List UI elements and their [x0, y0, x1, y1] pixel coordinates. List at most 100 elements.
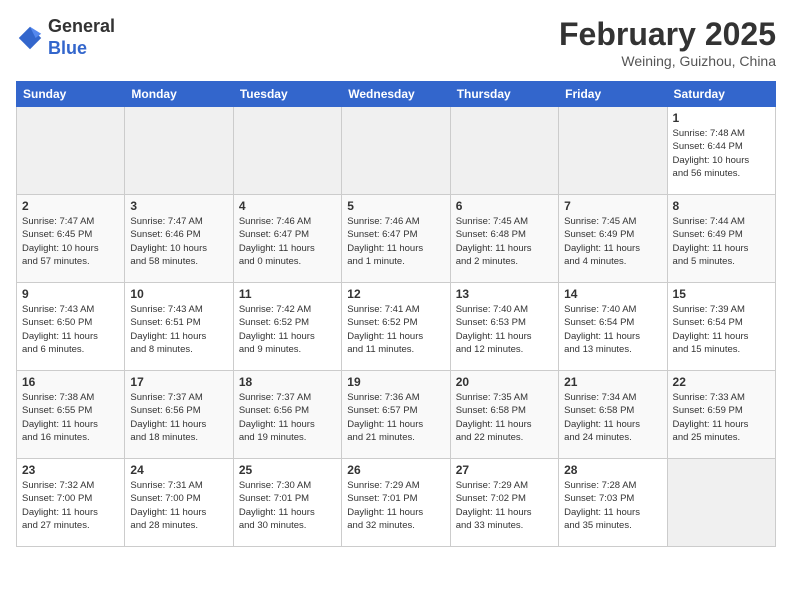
day-number: 2 [22, 199, 119, 213]
day-number: 4 [239, 199, 336, 213]
calendar-cell [233, 107, 341, 195]
calendar-cell: 3 Sunrise: 7:47 AM Sunset: 6:46 PM Daylig… [125, 195, 233, 283]
weekday-header-wednesday: Wednesday [342, 82, 450, 107]
day-info: Sunrise: 7:40 AM Sunset: 6:54 PM Dayligh… [564, 303, 661, 356]
calendar-cell: 5 Sunrise: 7:46 AM Sunset: 6:47 PM Daylig… [342, 195, 450, 283]
day-number: 14 [564, 287, 661, 301]
day-number: 3 [130, 199, 227, 213]
day-info: Sunrise: 7:48 AM Sunset: 6:44 PM Dayligh… [673, 127, 770, 180]
weekday-header-tuesday: Tuesday [233, 82, 341, 107]
calendar-week-row: 16 Sunrise: 7:38 AM Sunset: 6:55 PM Dayli… [17, 371, 776, 459]
calendar-table: SundayMondayTuesdayWednesdayThursdayFrid… [16, 81, 776, 547]
weekday-header-row: SundayMondayTuesdayWednesdayThursdayFrid… [17, 82, 776, 107]
calendar-cell: 25Sunrise: 7:30 AM Sunset: 7:01 PM Dayli… [233, 459, 341, 547]
calendar-cell: 9Sunrise: 7:43 AM Sunset: 6:50 PM Daylig… [17, 283, 125, 371]
calendar-cell: 28 Sunrise: 7:28 AM Sunset: 7:03 PM Dayli… [559, 459, 667, 547]
day-number: 12 [347, 287, 444, 301]
calendar-cell: 21 Sunrise: 7:34 AM Sunset: 6:58 PM Dayli… [559, 371, 667, 459]
day-info: Sunrise: 7:28 AM Sunset: 7:03 PM Dayligh… [564, 479, 661, 532]
title-block: February 2025 Weining, Guizhou, China [559, 16, 776, 69]
calendar-cell: 20 Sunrise: 7:35 AM Sunset: 6:58 PM Dayli… [450, 371, 558, 459]
day-info: Sunrise: 7:47 AM Sunset: 6:45 PM Dayligh… [22, 215, 119, 268]
day-info: Sunrise: 7:34 AM Sunset: 6:58 PM Dayligh… [564, 391, 661, 444]
day-number: 6 [456, 199, 553, 213]
calendar-cell [342, 107, 450, 195]
month-title: February 2025 [559, 16, 776, 53]
day-number: 17 [130, 375, 227, 389]
page-header: General Blue February 2025 Weining, Guiz… [16, 16, 776, 69]
weekday-header-sunday: Sunday [17, 82, 125, 107]
weekday-header-saturday: Saturday [667, 82, 775, 107]
day-info: Sunrise: 7:35 AM Sunset: 6:58 PM Dayligh… [456, 391, 553, 444]
day-number: 26 [347, 463, 444, 477]
location: Weining, Guizhou, China [559, 53, 776, 69]
day-info: Sunrise: 7:40 AM Sunset: 6:53 PM Dayligh… [456, 303, 553, 356]
calendar-cell [667, 459, 775, 547]
calendar-cell: 4 Sunrise: 7:46 AM Sunset: 6:47 PM Daylig… [233, 195, 341, 283]
day-number: 9 [22, 287, 119, 301]
day-info: Sunrise: 7:30 AM Sunset: 7:01 PM Dayligh… [239, 479, 336, 532]
day-info: Sunrise: 7:37 AM Sunset: 6:56 PM Dayligh… [239, 391, 336, 444]
calendar-cell: 1Sunrise: 7:48 AM Sunset: 6:44 PM Daylig… [667, 107, 775, 195]
day-number: 15 [673, 287, 770, 301]
calendar-cell: 23 Sunrise: 7:32 AM Sunset: 7:00 PM Dayli… [17, 459, 125, 547]
calendar-cell [450, 107, 558, 195]
calendar-cell: 11Sunrise: 7:42 AM Sunset: 6:52 PM Dayli… [233, 283, 341, 371]
calendar-cell: 7 Sunrise: 7:45 AM Sunset: 6:49 PM Daylig… [559, 195, 667, 283]
day-info: Sunrise: 7:29 AM Sunset: 7:02 PM Dayligh… [456, 479, 553, 532]
weekday-header-friday: Friday [559, 82, 667, 107]
day-info: Sunrise: 7:32 AM Sunset: 7:00 PM Dayligh… [22, 479, 119, 532]
day-info: Sunrise: 7:46 AM Sunset: 6:47 PM Dayligh… [347, 215, 444, 268]
logo-icon [16, 24, 44, 52]
day-number: 8 [673, 199, 770, 213]
day-number: 10 [130, 287, 227, 301]
calendar-cell [125, 107, 233, 195]
day-number: 21 [564, 375, 661, 389]
calendar-cell: 16 Sunrise: 7:38 AM Sunset: 6:55 PM Dayli… [17, 371, 125, 459]
day-number: 16 [22, 375, 119, 389]
day-info: Sunrise: 7:45 AM Sunset: 6:48 PM Dayligh… [456, 215, 553, 268]
calendar-cell: 14 Sunrise: 7:40 AM Sunset: 6:54 PM Dayli… [559, 283, 667, 371]
day-info: Sunrise: 7:39 AM Sunset: 6:54 PM Dayligh… [673, 303, 770, 356]
calendar-cell: 17 Sunrise: 7:37 AM Sunset: 6:56 PM Dayli… [125, 371, 233, 459]
logo-text: General Blue [48, 16, 115, 59]
calendar-cell: 13Sunrise: 7:40 AM Sunset: 6:53 PM Dayli… [450, 283, 558, 371]
calendar-cell: 27 Sunrise: 7:29 AM Sunset: 7:02 PM Dayli… [450, 459, 558, 547]
weekday-header-monday: Monday [125, 82, 233, 107]
day-number: 27 [456, 463, 553, 477]
day-number: 19 [347, 375, 444, 389]
day-number: 24 [130, 463, 227, 477]
day-info: Sunrise: 7:45 AM Sunset: 6:49 PM Dayligh… [564, 215, 661, 268]
calendar-cell: 15 Sunrise: 7:39 AM Sunset: 6:54 PM Dayli… [667, 283, 775, 371]
day-info: Sunrise: 7:37 AM Sunset: 6:56 PM Dayligh… [130, 391, 227, 444]
day-number: 5 [347, 199, 444, 213]
calendar-cell: 22 Sunrise: 7:33 AM Sunset: 6:59 PM Dayli… [667, 371, 775, 459]
calendar-cell: 18 Sunrise: 7:37 AM Sunset: 6:56 PM Dayli… [233, 371, 341, 459]
day-number: 28 [564, 463, 661, 477]
day-info: Sunrise: 7:38 AM Sunset: 6:55 PM Dayligh… [22, 391, 119, 444]
calendar-cell: 26 Sunrise: 7:29 AM Sunset: 7:01 PM Dayli… [342, 459, 450, 547]
day-info: Sunrise: 7:29 AM Sunset: 7:01 PM Dayligh… [347, 479, 444, 532]
day-number: 18 [239, 375, 336, 389]
calendar-cell: 12 Sunrise: 7:41 AM Sunset: 6:52 PM Dayli… [342, 283, 450, 371]
day-info: Sunrise: 7:31 AM Sunset: 7:00 PM Dayligh… [130, 479, 227, 532]
day-number: 7 [564, 199, 661, 213]
day-info: Sunrise: 7:46 AM Sunset: 6:47 PM Dayligh… [239, 215, 336, 268]
day-info: Sunrise: 7:43 AM Sunset: 6:51 PM Dayligh… [130, 303, 227, 356]
day-info: Sunrise: 7:47 AM Sunset: 6:46 PM Dayligh… [130, 215, 227, 268]
calendar-week-row: 2 Sunrise: 7:47 AM Sunset: 6:45 PM Daylig… [17, 195, 776, 283]
calendar-week-row: 23 Sunrise: 7:32 AM Sunset: 7:00 PM Dayli… [17, 459, 776, 547]
day-number: 20 [456, 375, 553, 389]
day-info: Sunrise: 7:33 AM Sunset: 6:59 PM Dayligh… [673, 391, 770, 444]
calendar-week-row: 1Sunrise: 7:48 AM Sunset: 6:44 PM Daylig… [17, 107, 776, 195]
day-info: Sunrise: 7:44 AM Sunset: 6:49 PM Dayligh… [673, 215, 770, 268]
calendar-cell: 19 Sunrise: 7:36 AM Sunset: 6:57 PM Dayli… [342, 371, 450, 459]
day-info: Sunrise: 7:36 AM Sunset: 6:57 PM Dayligh… [347, 391, 444, 444]
day-info: Sunrise: 7:41 AM Sunset: 6:52 PM Dayligh… [347, 303, 444, 356]
calendar-cell: 24 Sunrise: 7:31 AM Sunset: 7:00 PM Dayli… [125, 459, 233, 547]
day-number: 11 [239, 287, 336, 301]
day-number: 22 [673, 375, 770, 389]
calendar-cell: 10 Sunrise: 7:43 AM Sunset: 6:51 PM Dayli… [125, 283, 233, 371]
calendar-cell [559, 107, 667, 195]
day-number: 23 [22, 463, 119, 477]
